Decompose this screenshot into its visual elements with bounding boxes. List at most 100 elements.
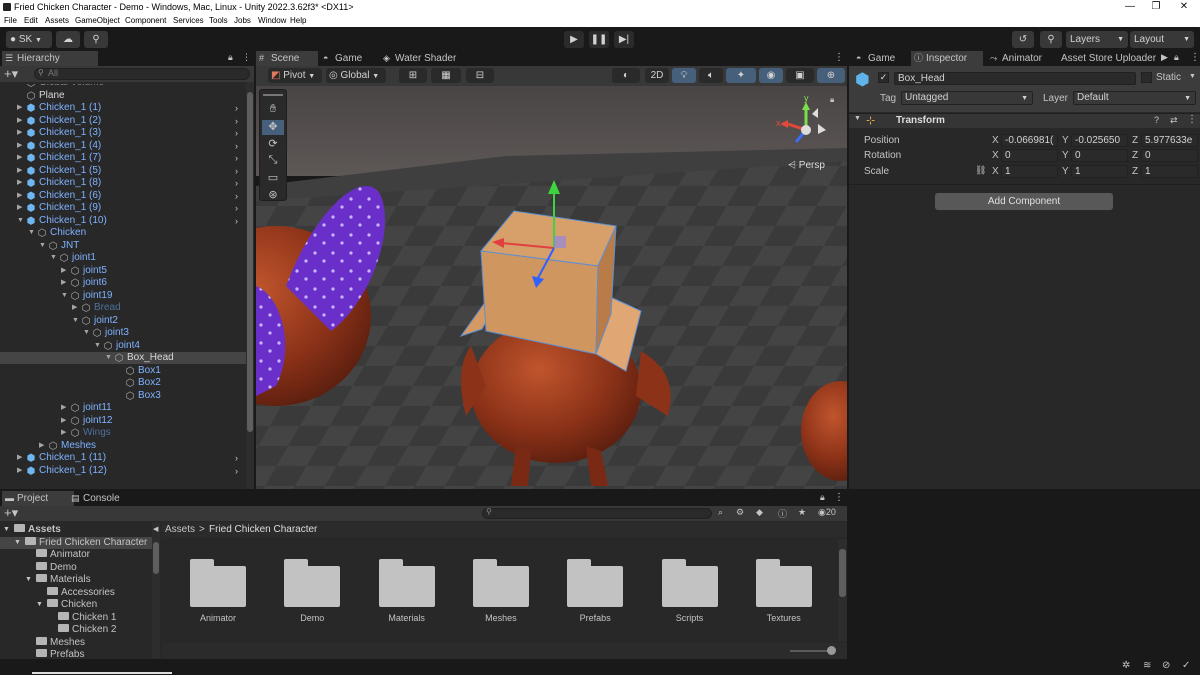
hierarchy-row[interactable]: ▼ ⬡ joint4 — [0, 340, 246, 352]
static-checkbox[interactable] — [1141, 72, 1152, 83]
scale-z-field[interactable]: 1 — [1141, 165, 1198, 178]
prefab-open-arrow-icon[interactable]: › — [235, 115, 238, 127]
hierarchy-row[interactable]: ▶ ⬢ Chicken_1 (3) › — [0, 127, 246, 139]
cloud-button[interactable]: ☁ — [56, 31, 80, 48]
prefab-open-arrow-icon[interactable]: › — [235, 215, 238, 227]
hierarchy-row[interactable]: ▶ ⬢ Chicken_1 (5) › — [0, 165, 246, 177]
rect-tool[interactable]: ▭ — [262, 171, 284, 186]
expand-down-icon[interactable]: ▼ — [61, 290, 69, 302]
chevron-down-icon[interactable]: ▼ — [1189, 73, 1196, 80]
expand-right-icon[interactable]: ▶ — [17, 115, 25, 127]
constrain-proportions-icon[interactable]: ⛓︎ — [975, 165, 986, 176]
grid-scrollbar[interactable] — [838, 539, 847, 641]
expand-down-icon[interactable]: ▼ — [28, 227, 36, 239]
hierarchy-row[interactable]: ⬡ Box1 — [0, 365, 246, 377]
add-component-button[interactable]: Add Component — [935, 193, 1113, 210]
tab-game[interactable]: ◓ Game — [320, 51, 376, 66]
prefab-open-arrow-icon[interactable]: › — [235, 465, 238, 477]
project-tree-item[interactable]: Animator — [0, 549, 152, 561]
hierarchy-row[interactable]: ▼ ⬡ Chicken — [0, 227, 246, 239]
close-button[interactable]: ✕ — [1170, 0, 1198, 14]
step-button[interactable]: ▶| — [614, 31, 634, 48]
expand-right-icon[interactable]: ▶ — [17, 152, 25, 164]
log-icon[interactable]: ⓘ — [778, 507, 787, 520]
lock-icon[interactable]: 🔒︎ — [1174, 52, 1179, 63]
expand-right-icon[interactable]: ▶ — [17, 202, 25, 214]
layer-dropdown[interactable]: Default ▼ — [1073, 91, 1196, 105]
hierarchy-row[interactable]: ▶ ⬢ Chicken_1 (4) › — [0, 140, 246, 152]
hierarchy-row[interactable]: ▼ ⬢ Chicken_1 (10) › — [0, 215, 246, 227]
expand-right-icon[interactable]: ▶ — [17, 127, 25, 139]
hierarchy-row[interactable]: ▶ ⬡ joint5 — [0, 265, 246, 277]
rotate-tool[interactable]: ⟳ — [262, 137, 284, 152]
collapse-arrow-icon[interactable]: ◀ — [153, 522, 158, 537]
breadcrumb-assets[interactable]: Assets — [165, 522, 195, 537]
hierarchy-row[interactable]: ▶ ⬢ Chicken_1 (1) › — [0, 102, 246, 114]
hierarchy-row[interactable]: ▼ ⬡ joint1 — [0, 252, 246, 264]
prefab-open-arrow-icon[interactable]: › — [235, 127, 238, 139]
position-z-field[interactable]: 5.977633e — [1141, 134, 1198, 147]
hierarchy-row[interactable]: ⬡Global Volume — [0, 84, 246, 89]
hierarchy-row[interactable]: ▶ ⬡ joint12 — [0, 415, 246, 427]
expand-down-icon[interactable]: ▼ — [105, 352, 113, 364]
tab-project[interactable]: ▬ Project — [2, 491, 74, 506]
menu-component[interactable]: Component — [125, 14, 166, 27]
hierarchy-row[interactable]: ▼ ⬡ Box_Head — [0, 352, 246, 364]
project-search-input[interactable]: ⚲ — [482, 507, 712, 519]
expand-right-icon[interactable]: ▶ — [61, 402, 69, 414]
global-dropdown[interactable]: ◎ Global ▼ — [326, 68, 386, 83]
project-tree-item[interactable]: ▼ Assets — [0, 524, 152, 536]
layers-icon[interactable]: ≋ — [1143, 660, 1151, 671]
scrollbar-thumb[interactable] — [153, 542, 159, 574]
minimize-button[interactable]: — — [1116, 0, 1144, 14]
help-icon[interactable]: ? — [1154, 115, 1159, 125]
scrollbar-thumb[interactable] — [247, 92, 253, 432]
effects-dropdown[interactable]: ✦ — [726, 68, 756, 83]
filter-type-icon[interactable]: ⚙ — [736, 507, 744, 518]
scale-tool[interactable]: ⤡ — [262, 154, 284, 169]
hierarchy-scrollbar[interactable] — [246, 82, 254, 489]
prefab-open-arrow-icon[interactable]: › — [235, 102, 238, 114]
gizmos-dropdown[interactable]: ⊕ — [817, 68, 845, 83]
expand-right-icon[interactable]: ▶ — [17, 165, 25, 177]
hierarchy-row[interactable]: ▼ ⬡ joint2 — [0, 315, 246, 327]
more-options-icon[interactable]: ⋮ — [242, 52, 251, 63]
menu-gameobject[interactable]: GameObject — [75, 14, 120, 27]
project-tree-item[interactable]: ▼ Chicken — [0, 599, 152, 611]
expand-down-icon[interactable]: ▼ — [25, 574, 32, 586]
2d-toggle[interactable]: 2D — [645, 68, 669, 83]
preset-icon[interactable]: ⇄ — [1170, 115, 1178, 126]
scrollbar-thumb[interactable] — [839, 549, 846, 597]
tab-console[interactable]: ▤ Console — [68, 491, 140, 506]
hierarchy-row[interactable]: ▶ ⬡ joint11 — [0, 402, 246, 414]
rotation-z-field[interactable]: 0 — [1141, 149, 1198, 162]
menu-services[interactable]: Services — [173, 14, 204, 27]
menu-window[interactable]: Window — [258, 14, 286, 27]
lock-icon[interactable]: 🔒︎ — [820, 492, 825, 503]
expand-down-icon[interactable]: ▼ — [17, 215, 25, 227]
hierarchy-row[interactable]: ▶ ⬡ joint6 — [0, 277, 246, 289]
scale-y-field[interactable]: 1 — [1071, 165, 1128, 178]
orientation-gizmo[interactable]: y x 🔒︎ ⩤ Persp — [774, 93, 844, 174]
hierarchy-row[interactable]: ▶ ⬡ Meshes — [0, 440, 246, 452]
prefab-open-arrow-icon[interactable]: › — [235, 202, 238, 214]
version-control-button[interactable]: ⚲ — [84, 31, 108, 48]
maximize-button[interactable]: ❐ — [1142, 0, 1170, 14]
folder-item[interactable]: Scripts — [650, 539, 730, 631]
tab-water-shader[interactable]: ◈ Water Shader — [380, 51, 480, 66]
play-button[interactable]: ▶ — [564, 31, 584, 48]
folder-item[interactable]: Meshes — [461, 539, 541, 631]
expand-right-icon[interactable]: ▶ — [17, 465, 25, 477]
hierarchy-row[interactable]: ▶ ⬢ Chicken_1 (7) › — [0, 152, 246, 164]
project-tree-item[interactable]: Accessories — [0, 586, 152, 599]
tree-scrollbar[interactable] — [152, 522, 160, 659]
label-icon[interactable]: ◆ — [756, 507, 763, 518]
expand-down-icon[interactable]: ▼ — [3, 524, 10, 536]
menu-tools[interactable]: Tools — [209, 14, 228, 27]
move-tool[interactable]: ✥ — [262, 120, 284, 135]
transform-tool[interactable]: ⊛ — [262, 188, 284, 201]
menu-file[interactable]: File — [4, 14, 17, 27]
folder-item[interactable]: Textures — [744, 539, 824, 631]
hierarchy-row[interactable]: ▶ ⬢ Chicken_1 (11) › — [0, 452, 246, 464]
tab-overflow-icon[interactable]: ▶ — [1161, 52, 1168, 63]
